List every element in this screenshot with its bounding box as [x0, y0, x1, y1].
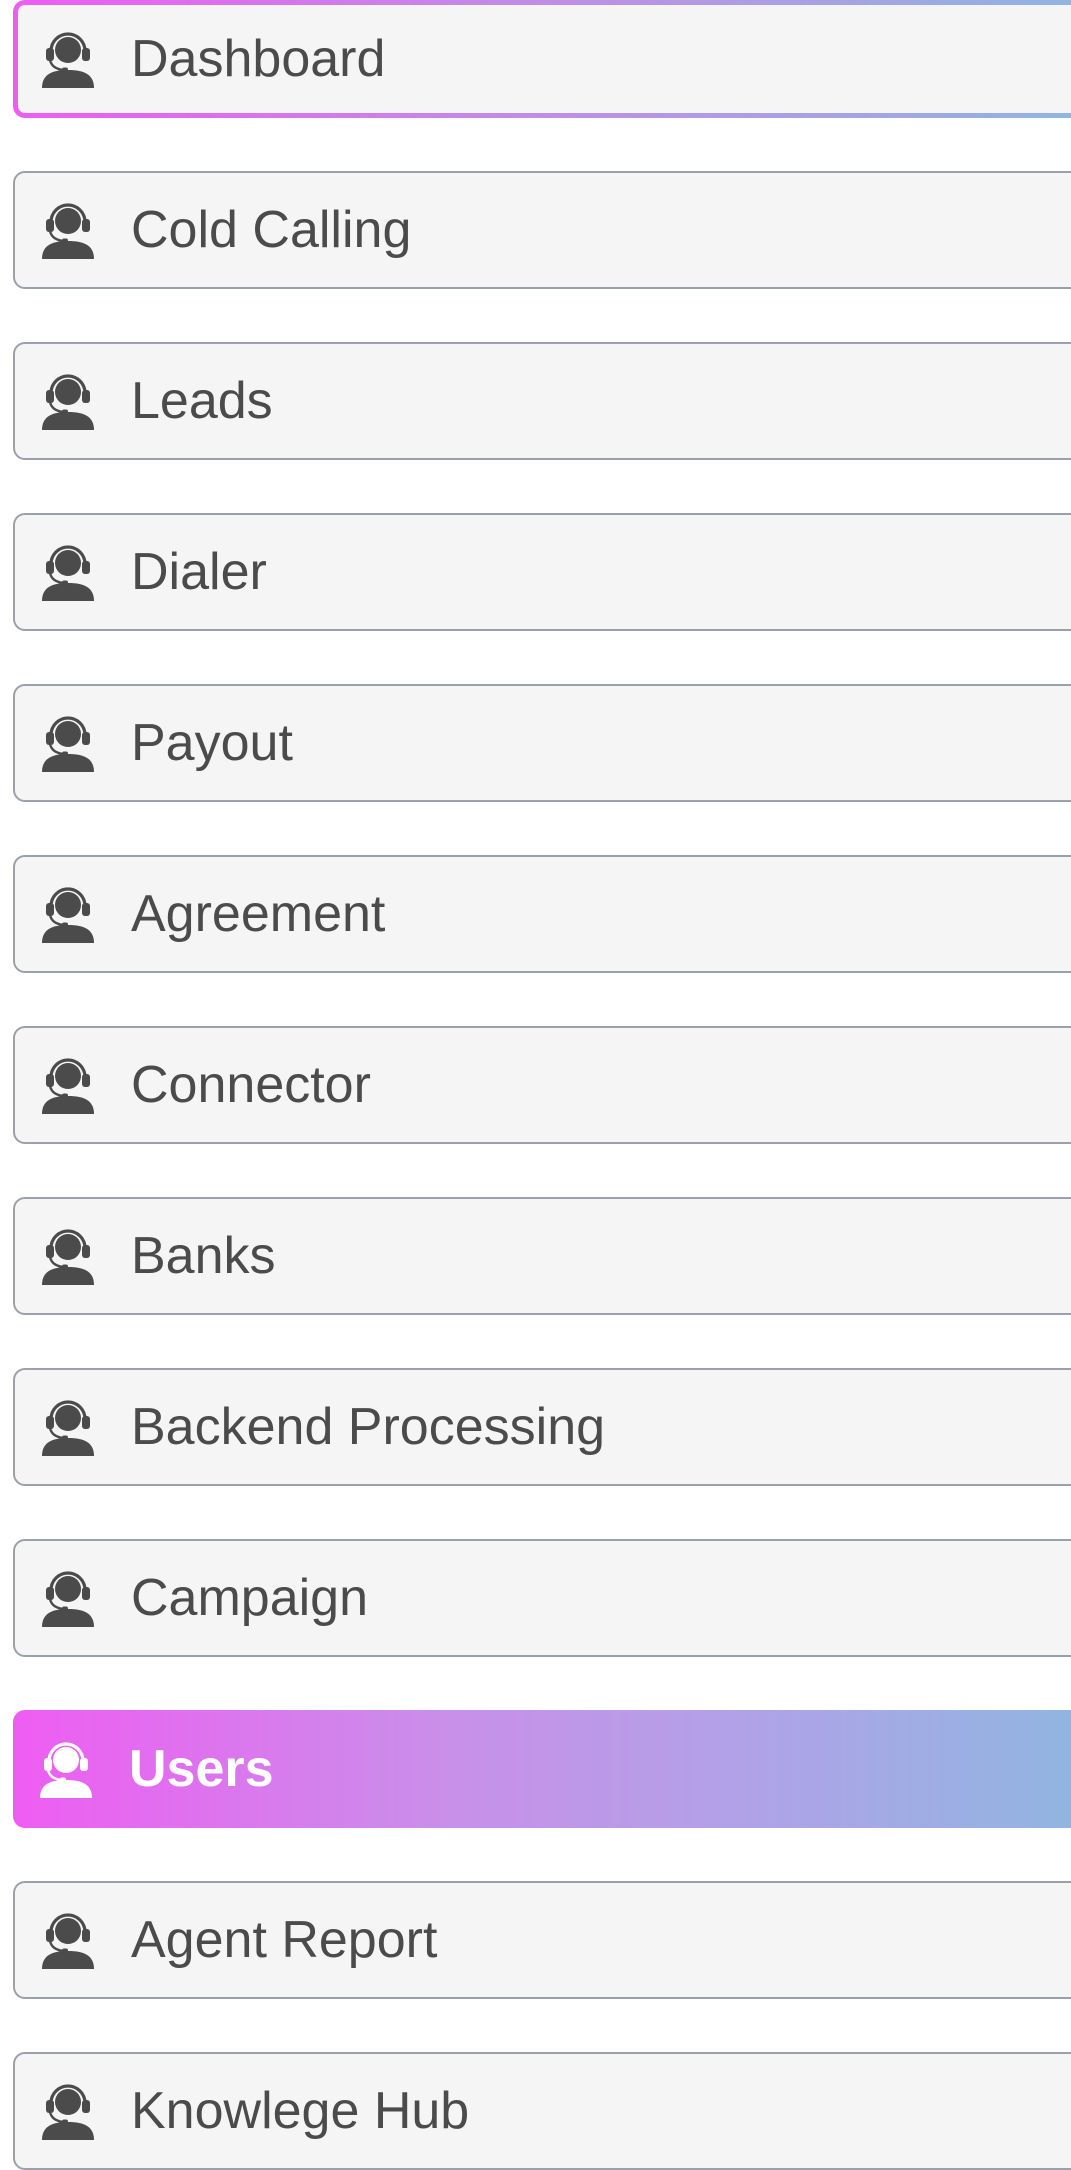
sidebar-item-label: Knowlege Hub [131, 2082, 470, 2140]
headset-agent-icon [41, 714, 95, 772]
headset-agent-icon [39, 1740, 93, 1798]
sidebar-item-label: Users [129, 1740, 274, 1798]
headset-agent-icon [41, 1398, 95, 1456]
headset-agent-icon [41, 1911, 95, 1969]
sidebar-item-agent-report[interactable]: Agent Report [13, 1881, 1071, 1999]
sidebar-item-dialer[interactable]: Dialer [13, 513, 1071, 631]
sidebar-item-users[interactable]: Users [13, 1710, 1071, 1828]
headset-agent-icon [41, 543, 95, 601]
sidebar-item-dashboard[interactable]: Dashboard [13, 0, 1071, 118]
sidebar-item-backend-processing[interactable]: Backend Processing [13, 1368, 1071, 1486]
sidebar-item-campaign[interactable]: Campaign [13, 1539, 1071, 1657]
sidebar-item-label: Campaign [131, 1569, 369, 1627]
headset-agent-icon [41, 372, 95, 430]
headset-agent-icon [41, 201, 95, 259]
sidebar-item-label: Dashboard [131, 30, 386, 88]
sidebar-item-cold-calling[interactable]: Cold Calling [13, 171, 1071, 289]
headset-agent-icon [41, 30, 95, 88]
sidebar-item-agreement[interactable]: Agreement [13, 855, 1071, 973]
sidebar-item-label: Leads [131, 372, 273, 430]
sidebar-item-label: Agent Report [131, 1911, 438, 1969]
sidebar-item-label: Payout [131, 714, 293, 772]
sidebar-item-payout[interactable]: Payout [13, 684, 1071, 802]
sidebar-item-label: Dialer [131, 543, 267, 601]
sidebar-item-label: Connector [131, 1056, 371, 1114]
headset-agent-icon [41, 1569, 95, 1627]
sidebar-item-label: Banks [131, 1227, 276, 1285]
sidebar-item-banks[interactable]: Banks [13, 1197, 1071, 1315]
headset-agent-icon [41, 1227, 95, 1285]
headset-agent-icon [41, 885, 95, 943]
sidebar-item-label: Cold Calling [131, 201, 412, 259]
sidebar-item-connector[interactable]: Connector [13, 1026, 1071, 1144]
sidebar-item-label: Agreement [131, 885, 386, 943]
sidebar-item-leads[interactable]: Leads [13, 342, 1071, 460]
sidebar-item-label: Backend Processing [131, 1398, 606, 1456]
headset-agent-icon [41, 2082, 95, 2140]
sidebar-item-knowlege-hub[interactable]: Knowlege Hub [13, 2052, 1071, 2170]
headset-agent-icon [41, 1056, 95, 1114]
